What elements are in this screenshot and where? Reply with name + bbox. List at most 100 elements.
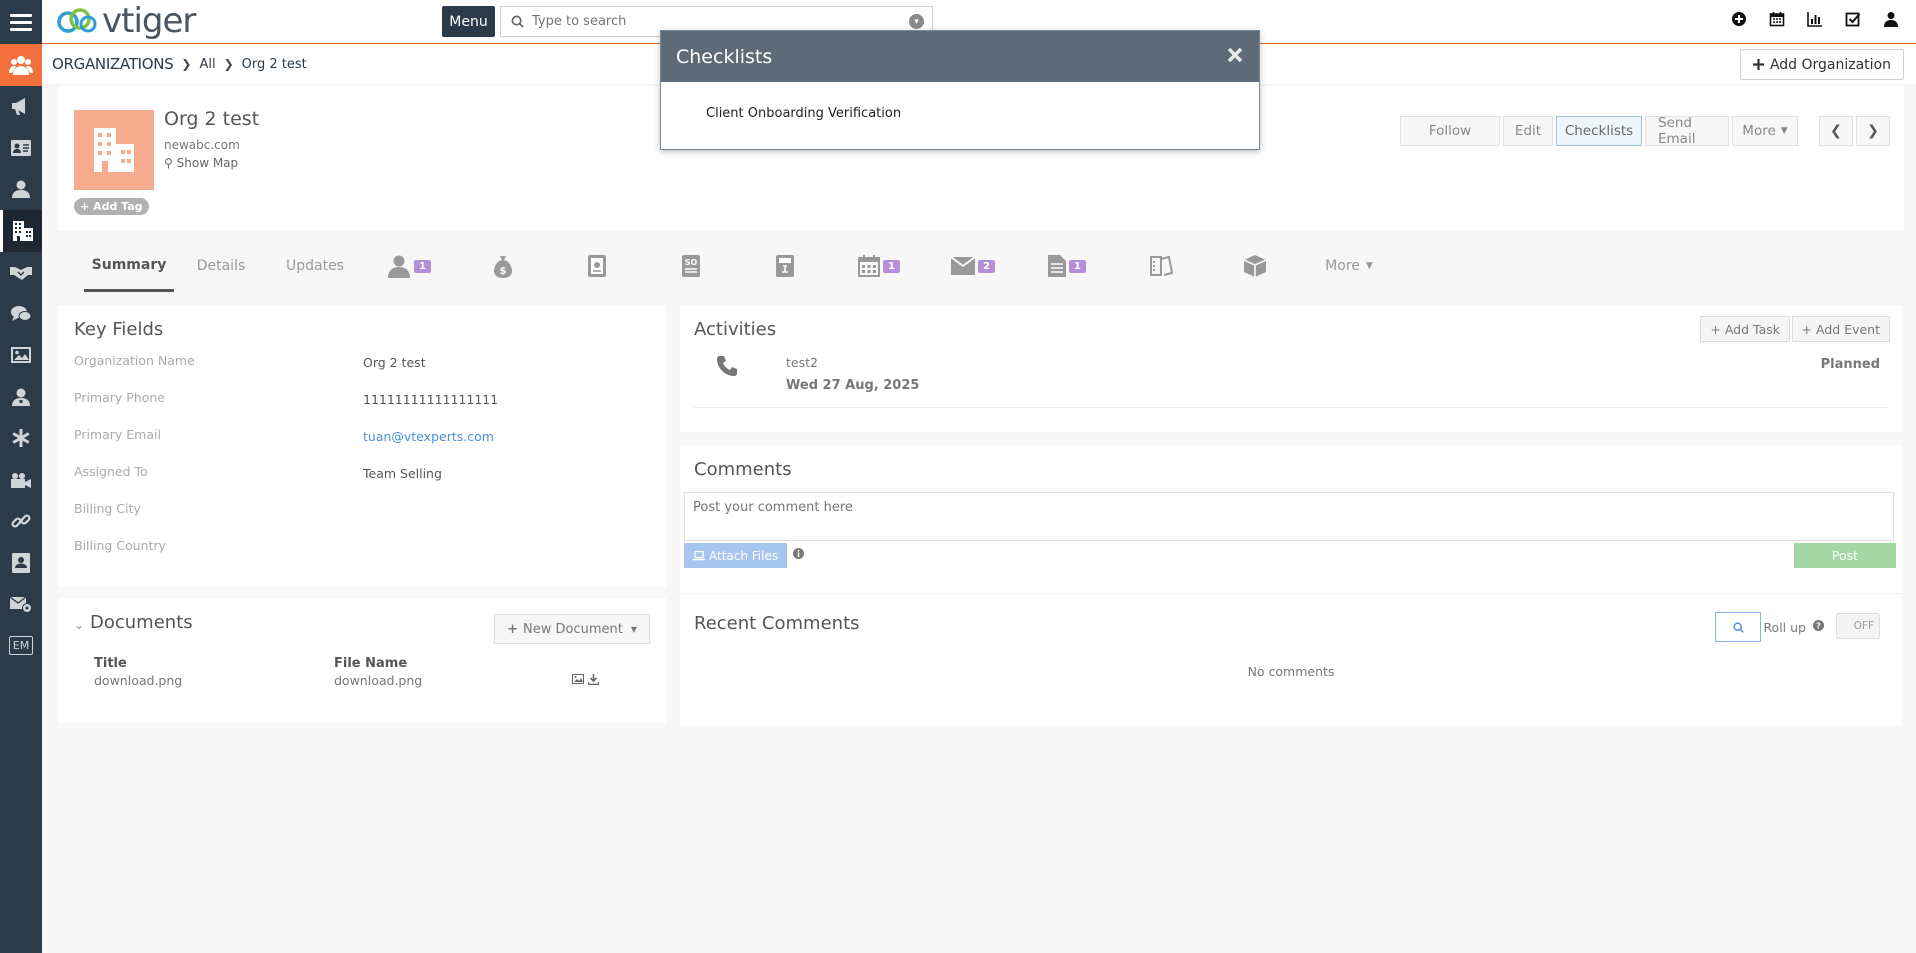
tab-more[interactable]: More ▼ [1302, 240, 1396, 292]
show-map-label: Show Map [176, 156, 239, 170]
modal-header: Checklists [661, 31, 1259, 82]
tab-products[interactable] [1208, 240, 1302, 292]
sidebar-item-leads[interactable] [0, 127, 42, 169]
checklist-item[interactable]: Client Onboarding Verification [706, 106, 901, 121]
activity-subject[interactable]: test2 [786, 355, 818, 370]
rollup-toggle[interactable]: OFF [1836, 613, 1880, 639]
chevron-right-icon: ❯ [223, 57, 234, 71]
sidebar-item-em[interactable]: EM [0, 625, 42, 667]
sidebar-item-contacts[interactable] [0, 169, 42, 211]
chevron-right-icon: ❯ [1867, 123, 1879, 139]
field-value-organization-name[interactable]: Org 2 test [363, 355, 426, 370]
search-input[interactable] [532, 14, 909, 29]
record-tabs: Summary Details Updates 1 $ SO 1 2 1 Mor… [58, 240, 1904, 292]
sidebar-item-contact-card[interactable] [0, 542, 42, 584]
tab-documents[interactable]: 1 [1020, 240, 1114, 292]
breadcrumb-module[interactable]: Organizations [52, 55, 174, 73]
svg-text:?: ? [1816, 622, 1821, 631]
checklists-button[interactable]: Checklists [1556, 116, 1642, 146]
tab-emails[interactable]: 2 [926, 240, 1020, 292]
link-chain-icon [11, 514, 31, 528]
field-value-primary-phone[interactable]: 11111111111111111 [363, 392, 498, 407]
breadcrumb-all[interactable]: All [199, 57, 215, 72]
chevron-left-icon: ❮ [1830, 123, 1842, 139]
next-record-button[interactable]: ❯ [1856, 116, 1890, 146]
edit-button[interactable]: Edit [1503, 116, 1553, 146]
sidebar-item-campaigns[interactable] [0, 86, 42, 128]
sidebar-item-tickets[interactable] [0, 293, 42, 335]
activity-divider [694, 407, 1888, 408]
user-profile-icon[interactable] [1882, 10, 1900, 28]
hamburger-menu-icon[interactable] [0, 0, 42, 44]
comment-input[interactable] [684, 492, 1894, 541]
field-value-assigned-to[interactable]: Team Selling [363, 466, 442, 481]
quick-create-plus-icon[interactable] [1730, 10, 1748, 28]
tab-activities[interactable]: 1 [832, 240, 926, 292]
reports-chart-icon[interactable] [1806, 10, 1824, 28]
tab-updates[interactable]: Updates [268, 240, 362, 292]
sidebar-item-marketing-contacts[interactable] [0, 44, 42, 86]
more-actions-button[interactable]: More ▼ [1732, 116, 1798, 146]
attach-files-button[interactable]: Attach Files [684, 543, 788, 568]
sidebar-item-opportunities[interactable] [0, 252, 42, 294]
send-email-button[interactable]: Send Email [1645, 115, 1729, 147]
comments-divider [680, 593, 1902, 594]
sidebar-item-organizations[interactable] [0, 210, 42, 252]
info-icon[interactable] [793, 548, 804, 563]
envelope-gear-icon [10, 596, 32, 614]
sidebar-item-users[interactable] [0, 376, 42, 418]
tab-quotes[interactable] [550, 240, 644, 292]
help-question-icon[interactable]: ? [1813, 620, 1824, 635]
tasks-checkbox-icon[interactable] [1844, 10, 1862, 28]
field-value-primary-email[interactable]: tuan@vtexperts.com [363, 429, 494, 444]
preview-image-icon[interactable] [572, 674, 584, 684]
new-document-button[interactable]: + New Document ▼ [494, 614, 650, 644]
activities-count-badge: 1 [883, 259, 900, 273]
menu-button[interactable]: Menu [442, 6, 495, 37]
key-fields-panel: Key Fields Organization Name Org 2 test … [58, 305, 666, 587]
add-tag-label: Add Tag [93, 200, 143, 213]
megaphone-icon [12, 98, 25, 116]
close-icon[interactable] [1225, 45, 1245, 65]
chevron-right-icon: ❯ [181, 57, 192, 71]
activity-status[interactable]: Planned [1821, 357, 1880, 372]
follow-button[interactable]: Follow [1400, 116, 1500, 146]
sidebar-item-asterisk[interactable] [0, 418, 42, 460]
document-title-cell[interactable]: download.png [94, 673, 182, 688]
add-task-button[interactable]: + Add Task [1700, 316, 1790, 342]
calendar-icon[interactable] [1768, 10, 1786, 28]
key-fields-title: Key Fields [74, 319, 164, 340]
search-icon [511, 15, 524, 28]
collapse-chevron-icon[interactable]: ⌄ [74, 618, 84, 632]
sidebar-item-email-settings[interactable] [0, 584, 42, 626]
left-sidebar: EM [0, 44, 42, 953]
tab-sales-orders[interactable]: SO [644, 240, 738, 292]
new-document-label: New Document [523, 621, 623, 637]
activities-title: Activities [694, 319, 777, 340]
add-organization-button[interactable]: Add Organization [1739, 49, 1904, 80]
sidebar-item-video[interactable] [0, 459, 42, 501]
post-comment-button[interactable]: Post [1794, 543, 1896, 568]
quote-document-icon [588, 255, 606, 277]
tab-tickets[interactable] [1114, 240, 1208, 292]
logo-text: vtiger [102, 1, 196, 41]
tab-details[interactable]: Details [174, 240, 268, 292]
add-event-button[interactable]: + Add Event [1791, 316, 1890, 342]
tab-invoices[interactable] [738, 240, 832, 292]
tab-opportunities[interactable]: $ [456, 240, 550, 292]
vtiger-logo[interactable]: vtiger [56, 1, 196, 41]
add-tag-button[interactable]: + Add Tag [74, 198, 149, 215]
search-options-chevron-icon[interactable]: ▾ [909, 14, 924, 29]
previous-record-button[interactable]: ❮ [1819, 116, 1853, 146]
tab-contacts[interactable]: 1 [362, 240, 456, 292]
image-icon [11, 347, 31, 364]
document-file-cell[interactable]: download.png [334, 673, 422, 688]
tab-summary[interactable]: Summary [84, 240, 174, 292]
search-comments-button[interactable] [1715, 612, 1761, 642]
record-website[interactable]: newabc.com [164, 138, 240, 152]
download-icon[interactable] [588, 674, 599, 685]
sidebar-item-links[interactable] [0, 501, 42, 543]
sidebar-item-images[interactable] [0, 335, 42, 377]
show-map-link[interactable]: ⚲ Show Map [164, 156, 238, 170]
attach-files-label: Attach Files [709, 548, 779, 563]
